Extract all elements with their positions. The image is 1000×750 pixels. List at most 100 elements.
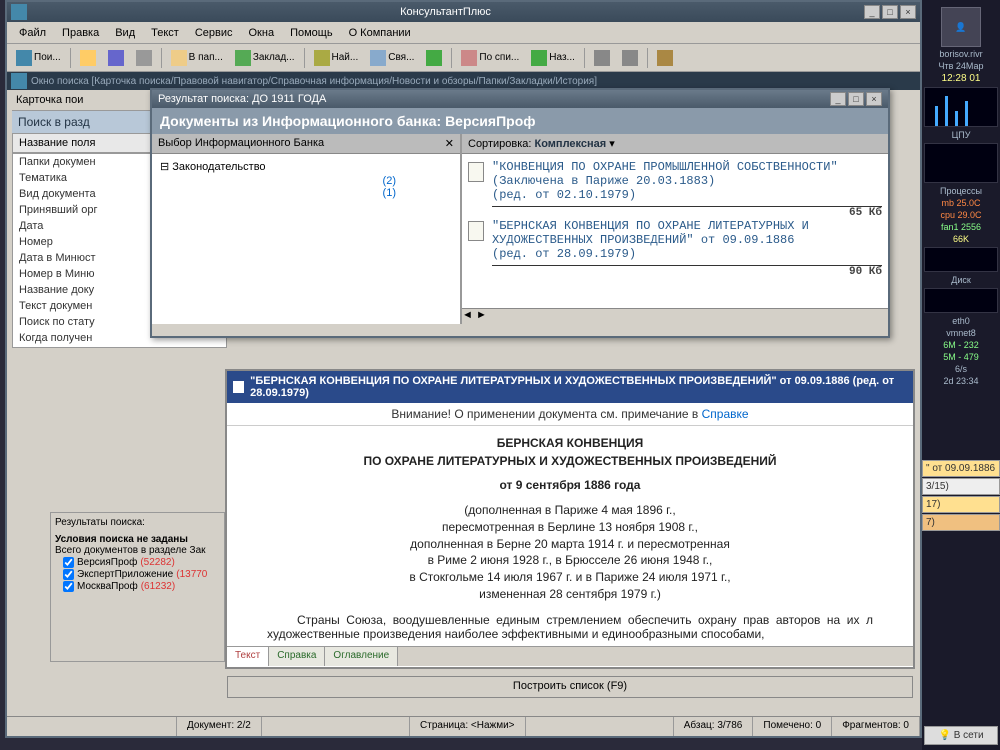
bank-checkbox-row[interactable]: ВерсияПроф (52282) xyxy=(63,557,220,568)
bank-checkbox-row[interactable]: МоскваПроф (61232) xyxy=(63,581,220,592)
rtab-item[interactable]: 7) xyxy=(922,514,1000,531)
close-button[interactable]: × xyxy=(900,5,916,19)
tree-count[interactable]: (2) xyxy=(156,175,456,187)
bookmark-button[interactable]: Заклад... xyxy=(230,47,300,69)
menu-view[interactable]: Вид xyxy=(107,24,143,42)
document-list[interactable]: "КОНВЕНЦИЯ ПО ОХРАНЕ ПРОМЫШЛЕННОЙ СОБСТВ… xyxy=(462,154,888,308)
print-icon xyxy=(136,50,152,66)
sort-header[interactable]: Сортировка: Комплексная ▾ xyxy=(462,134,888,154)
mdi-icon xyxy=(11,73,27,89)
maximize-button[interactable]: □ xyxy=(882,5,898,19)
menu-windows[interactable]: Окна xyxy=(241,24,283,42)
status-page[interactable]: Страница: <Нажми> xyxy=(410,717,526,736)
menu-help[interactable]: Помощь xyxy=(282,24,341,42)
doc-heading2: ПО ОХРАНЕ ЛИТЕРАТУРНЫХ И ХУДОЖЕСТВЕННЫХ … xyxy=(267,454,873,468)
status-marked: Помечено: 0 xyxy=(753,717,832,736)
doc-heading1: БЕРНСКАЯ КОНВЕНЦИЯ xyxy=(267,436,873,450)
net-stat3: 6/s xyxy=(922,364,1000,374)
bank-checkbox-row[interactable]: ЭкспертПриложение (13770 xyxy=(63,569,220,580)
document-body[interactable]: БЕРНСКАЯ КОНВЕНЦИЯ ПО ОХРАНЕ ЛИТЕРАТУРНЫ… xyxy=(227,426,913,646)
doc-icon xyxy=(233,381,244,393)
list-item[interactable]: "КОНВЕНЦИЯ ПО ОХРАНЕ ПРОМЫШЛЕННОЙ СОБСТВ… xyxy=(468,160,882,202)
search-button[interactable]: Пои... xyxy=(11,47,66,69)
bylist-button[interactable]: По спи... xyxy=(456,47,524,69)
results-summary-panel: Результаты поиска: Условия поиска не зад… xyxy=(50,512,225,662)
rtab-item[interactable]: 3/15) xyxy=(922,478,1000,495)
popup-close-button[interactable]: × xyxy=(866,92,882,106)
minimize-button[interactable]: _ xyxy=(864,5,880,19)
menu-about[interactable]: О Компании xyxy=(341,24,419,42)
cpu-graph xyxy=(924,87,998,127)
doc-size: 90 Кб xyxy=(492,265,882,278)
net-graph xyxy=(924,288,998,313)
links-button[interactable]: Свя... xyxy=(365,47,419,69)
star-icon xyxy=(235,50,251,66)
tofolder-button[interactable]: В пап... xyxy=(166,47,228,69)
menu-bar: Файл Правка Вид Текст Сервис Окна Помощь… xyxy=(7,22,920,44)
bank-checkbox[interactable] xyxy=(63,569,74,580)
cpu-temp: cpu 29.0C xyxy=(922,210,1000,220)
open-icon xyxy=(80,50,96,66)
user-avatar: 👤 xyxy=(941,7,981,47)
print-button[interactable] xyxy=(131,47,157,69)
find-button[interactable]: Най... xyxy=(309,47,364,69)
open-button[interactable] xyxy=(75,47,101,69)
network-status-indicator[interactable]: 💡 В сети xyxy=(924,726,998,745)
popup-maximize-button[interactable]: □ xyxy=(848,92,864,106)
build-list-button[interactable]: Построить список (F9) xyxy=(227,676,913,698)
doc-size: 65 Кб xyxy=(492,206,882,219)
help-link[interactable]: Справке xyxy=(702,407,749,421)
hdd-val: 66K xyxy=(922,234,1000,244)
font-smaller-button[interactable] xyxy=(589,47,615,69)
tab-toc[interactable]: Оглавление xyxy=(325,647,398,666)
tab-help[interactable]: Справка xyxy=(269,647,325,666)
status-frag: Фрагментов: 0 xyxy=(832,717,920,736)
tree-root[interactable]: ⊟ Законодательство xyxy=(156,158,456,175)
doc-icon xyxy=(468,162,484,182)
document-viewer: "БЕРНСКАЯ КОНВЕНЦИЯ ПО ОХРАНЕ ЛИТЕРАТУРН… xyxy=(225,369,915,669)
bank-header: Выбор Информационного Банка xyxy=(158,137,324,150)
font-larger-button[interactable] xyxy=(617,47,643,69)
app-title: КонсультантПлюс xyxy=(27,6,864,18)
document-title-bar[interactable]: "БЕРНСКАЯ КОНВЕНЦИЯ ПО ОХРАНЕ ЛИТЕРАТУРН… xyxy=(227,371,913,403)
list-icon xyxy=(461,50,477,66)
bank-checkbox[interactable] xyxy=(63,557,74,568)
status-bar: Документ: 2/2 Страница: <Нажми> Абзац: 3… xyxy=(7,716,920,736)
results-header: Результаты поиска: xyxy=(55,517,220,528)
menu-file[interactable]: Файл xyxy=(11,24,54,42)
nav-back-button[interactable]: Наз... xyxy=(526,47,580,69)
status-para: Абзац: 3/786 xyxy=(674,717,754,736)
doc-date: от 9 сентября 1886 года xyxy=(267,478,873,492)
bank-checkbox[interactable] xyxy=(63,581,74,592)
proc-label: Процессы xyxy=(922,186,1000,196)
tab-text[interactable]: Текст xyxy=(227,647,269,666)
app-icon xyxy=(11,4,27,20)
link-icon xyxy=(370,50,386,66)
history-icon xyxy=(657,50,673,66)
popup-titlebar[interactable]: Результат поиска: ДО 1911 ГОДА _ □ × xyxy=(152,90,888,108)
document-tabs: Текст Справка Оглавление xyxy=(227,646,913,666)
popup-title: Результат поиска: ДО 1911 ГОДА xyxy=(158,93,830,105)
rtab-item[interactable]: 17) xyxy=(922,496,1000,513)
net-stat2: 5M - 479 xyxy=(922,352,1000,362)
bank-close-icon[interactable]: ✕ xyxy=(445,137,454,150)
main-titlebar[interactable]: КонсультантПлюс _ □ × xyxy=(7,2,920,22)
menu-edit[interactable]: Правка xyxy=(54,24,107,42)
up-button[interactable] xyxy=(421,47,447,69)
save-icon xyxy=(108,50,124,66)
save-button[interactable] xyxy=(103,47,129,69)
tree-count[interactable]: (1) xyxy=(156,187,456,199)
rtab-item[interactable]: " от 09.09.1886 xyxy=(922,460,1000,477)
popup-minimize-button[interactable]: _ xyxy=(830,92,846,106)
mdi-title: Окно поиска [Карточка поиска/Правовой на… xyxy=(31,76,597,87)
menu-text[interactable]: Текст xyxy=(143,24,187,42)
history-button[interactable] xyxy=(652,47,678,69)
sysmon-time: 12:28 01 xyxy=(922,73,1000,84)
menu-service[interactable]: Сервис xyxy=(187,24,241,42)
list-item[interactable]: "БЕРНСКАЯ КОНВЕНЦИЯ ПО ОХРАНЕ ЛИТЕРАТУРН… xyxy=(468,219,882,261)
horizontal-scrollbar[interactable]: ◄ ► xyxy=(462,308,888,324)
popup-subtitle: Документы из Информационного банка: Верс… xyxy=(152,108,888,134)
eth-label: eth0 xyxy=(922,316,1000,326)
doc-paragraph: Страны Союза, воодушевленные единым стре… xyxy=(267,613,873,641)
up-arrow-icon xyxy=(426,50,442,66)
